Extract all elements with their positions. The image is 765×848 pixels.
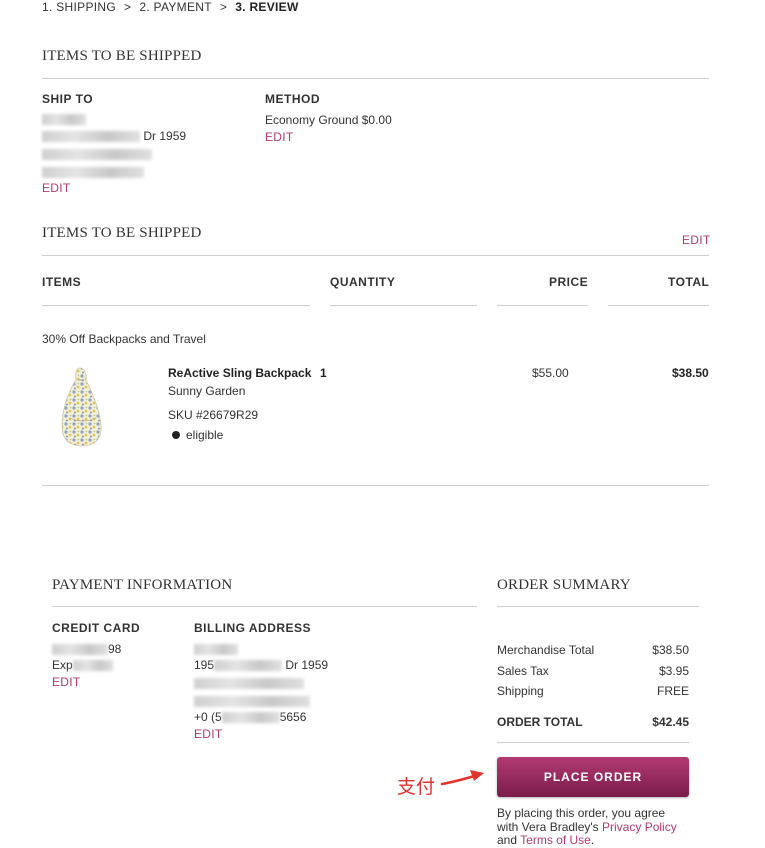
product-price: $55.00	[532, 366, 569, 380]
product-name[interactable]: ReActive Sling Backpack	[168, 366, 311, 380]
divider	[42, 78, 709, 79]
divider	[497, 742, 689, 743]
items-section-title: ITEMS TO BE SHIPPED	[42, 225, 202, 241]
method-edit-link[interactable]: EDIT	[265, 130, 294, 144]
terms-of-use-link[interactable]: Terms of Use	[520, 833, 591, 847]
ship-to-name	[42, 112, 86, 126]
breadcrumb-step-payment[interactable]: 2. PAYMENT	[139, 0, 212, 14]
divider	[42, 485, 709, 486]
shipping-value: FREE	[656, 684, 689, 698]
product-sku: SKU #26679R29	[168, 408, 259, 422]
billing-city	[194, 676, 304, 690]
ship-to-city	[42, 147, 152, 161]
divider	[330, 305, 477, 306]
order-disclaimer: By placing this order, you agree with Ve…	[497, 806, 717, 848]
method-value: Economy Ground $0.00	[265, 113, 392, 127]
eligible-text: eligible	[186, 428, 224, 442]
payment-section-title: PAYMENT INFORMATION	[52, 577, 233, 593]
backpack-image-icon	[61, 367, 102, 447]
order-total-label: ORDER TOTAL	[497, 715, 583, 729]
ship-to-label: SHIP TO	[42, 92, 94, 106]
product-image[interactable]	[56, 366, 106, 448]
column-header-quantity: QUANTITY	[330, 275, 396, 289]
shipping-section-title: ITEMS TO BE SHIPPED	[42, 48, 202, 64]
sales-tax-value: $3.95	[658, 664, 689, 678]
billing-address-line: 195 Dr 1959	[194, 658, 329, 672]
divider	[608, 305, 709, 306]
billing-name	[194, 642, 238, 656]
ship-to-address-line: Dr 1959	[42, 129, 186, 143]
order-summary-title: ORDER SUMMARY	[497, 577, 631, 593]
eligible-badge: eligible	[172, 428, 223, 442]
product-quantity: 1	[320, 366, 327, 380]
column-header-items: ITEMS	[42, 275, 82, 289]
ship-to-edit-link[interactable]: EDIT	[42, 181, 71, 195]
place-order-button[interactable]: PLACE ORDER	[497, 757, 689, 797]
ship-to-email	[42, 165, 144, 179]
breadcrumb-separator: >	[219, 0, 228, 14]
billing-email	[194, 694, 310, 708]
method-label: METHOD	[265, 92, 320, 106]
privacy-policy-link[interactable]: Privacy Policy	[602, 820, 677, 834]
merchandise-total-value: $38.50	[652, 643, 689, 657]
annotation-label: 支付	[397, 776, 436, 798]
disclaimer-line-1: By placing this order, you agree	[497, 806, 666, 820]
billing-phone: +0 (5 5656	[194, 710, 307, 724]
promo-text: 30% Off Backpacks and Travel	[42, 332, 206, 346]
credit-card-number: 98	[52, 642, 121, 656]
credit-card-edit-link[interactable]: EDIT	[52, 675, 81, 689]
billing-edit-link[interactable]: EDIT	[194, 727, 223, 741]
sales-tax-label: Sales Tax	[497, 664, 549, 678]
divider	[497, 305, 588, 306]
order-total-value: $42.45	[652, 715, 689, 729]
divider	[497, 606, 699, 607]
annotation-arrow-icon	[440, 770, 484, 786]
merchandise-total-label: Merchandise Total	[497, 643, 595, 657]
eligible-icon	[172, 430, 180, 439]
disclaimer-line-2: with Vera Bradley's Privacy Policy	[497, 819, 677, 834]
billing-address-label: BILLING ADDRESS	[194, 621, 312, 635]
breadcrumb-step-review: 3. REVIEW	[235, 0, 299, 14]
shipping-label: Shipping	[497, 684, 544, 698]
product-variant: Sunny Garden	[168, 384, 246, 398]
disclaimer-line-3: and Terms of Use.	[497, 833, 595, 847]
divider	[42, 255, 709, 256]
divider	[52, 606, 477, 607]
credit-card-expiry: Exp	[52, 658, 113, 672]
credit-card-label: CREDIT CARD	[52, 621, 141, 635]
column-header-price: PRICE	[549, 275, 589, 289]
product-total: $38.50	[672, 366, 709, 380]
items-edit-link[interactable]: EDIT	[682, 233, 711, 247]
breadcrumb: 1. SHIPPING >2. PAYMENT >3. REVIEW	[42, 0, 299, 14]
breadcrumb-separator: >	[124, 0, 132, 14]
divider	[42, 305, 310, 306]
column-header-total: TOTAL	[668, 275, 710, 289]
breadcrumb-step-shipping[interactable]: 1. SHIPPING	[42, 0, 116, 14]
